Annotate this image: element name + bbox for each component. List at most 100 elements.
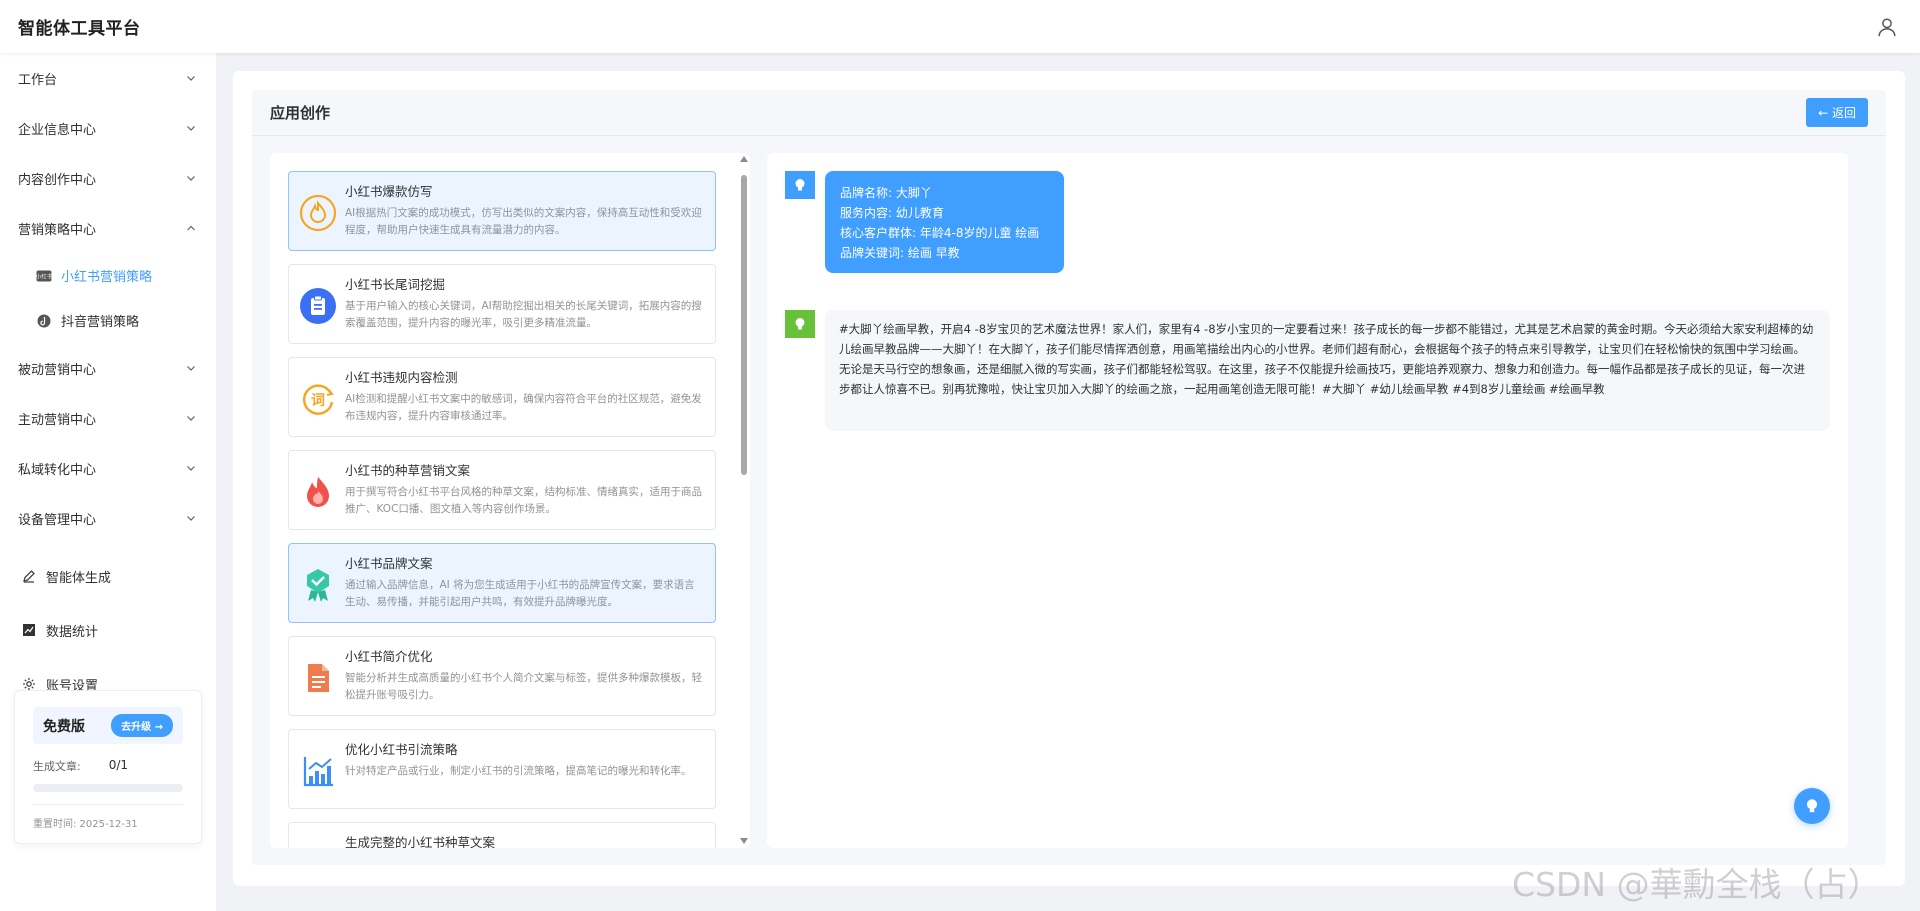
chevron-down-icon	[187, 366, 195, 371]
sidebar-group[interactable]: 私域转化中心	[0, 443, 216, 493]
chevron-up-icon	[187, 225, 195, 231]
sidebar-group[interactable]: 主动营销中心	[0, 393, 216, 443]
chevron-down-icon	[187, 516, 195, 521]
tool-name: 小红书的种草营销文案	[345, 463, 471, 478]
tool-desc: 智能分析并生成高质量的小红书个人简介文案与标签，提供多种爆款模板，轻松提升账号吸…	[345, 672, 702, 701]
lightbulb-icon	[1806, 799, 1818, 813]
page-header: 应用创作 ← 返回	[252, 90, 1886, 136]
usage-label: 生成文章:	[33, 760, 81, 773]
app-title: 智能体工具平台	[18, 19, 141, 39]
sidebar-item[interactable]: 智能体生成	[0, 549, 216, 603]
sidebar-sub-item-label: 小红书营销策略	[61, 270, 153, 285]
tool-card[interactable]: 小红书长尾词挖掘基于用户输入的核心关键词，AI帮助挖掘出相关的长尾关键词，拓展内…	[288, 264, 716, 344]
gear-icon	[23, 678, 35, 690]
usage-row: 生成文章: 0/1	[33, 758, 183, 774]
sidebar-group[interactable]: 营销策略中心	[0, 203, 216, 253]
plan-card: 免费版 去升级 → 生成文章: 0/1 重置时间: 2025-12-31	[14, 690, 202, 844]
plan-header: 免费版 去升级 →	[33, 707, 183, 744]
scroll-thumb[interactable]	[741, 175, 747, 475]
bar-chart-icon	[303, 757, 333, 787]
tool-desc: 通过输入品牌信息，AI 将为您生成适用于小红书的品牌宣传文案，要求语言生动、易传…	[345, 579, 695, 608]
tool-card[interactable]: 小红书的种草营销文案用于撰写符合小红书平台风格的种草文案，结构标准、情绪真实，适…	[288, 450, 716, 530]
lightbulb-icon	[795, 318, 805, 330]
scroll-up-arrow-icon[interactable]	[740, 156, 748, 162]
sidebar-group-label: 企业信息中心	[18, 122, 97, 138]
tool-card[interactable]: 小红书爆款仿写 AI根据热门文案的成功模式，仿写出类似的文案内容，保持高互动性和受…	[288, 171, 716, 251]
tool-card[interactable]: 优化小红书引流策略 针对特定产品或行业，制定小红书的引流策略，提高笔记的曝光和转化…	[288, 729, 716, 809]
sub-item-icon-wrap	[36, 313, 52, 329]
tool-name: 小红书简介优化	[345, 649, 433, 664]
tool-list: 小红书爆款仿写 AI根据热门文案的成功模式，仿写出类似的文案内容，保持高互动性和受…	[288, 171, 716, 848]
douyin-icon	[37, 314, 51, 327]
chevron-down-icon	[187, 76, 195, 81]
chevron-down-icon	[187, 176, 195, 181]
tool-card[interactable]: 生成完整的小红书种草文案	[288, 822, 716, 848]
top-header: 智能体工具平台	[0, 0, 1920, 53]
sidebar-group-label: 被动营销中心	[18, 362, 97, 378]
sub-item-icon-wrap: 小红书	[36, 268, 52, 284]
lightbulb-icon	[795, 179, 805, 191]
tool-text: 小红书爆款仿写 AI根据热门文案的成功模式，仿写出类似的文案内容，保持高互动性和受…	[345, 182, 703, 239]
tool-name: 优化小红书引流策略	[345, 742, 458, 757]
svg-text:词: 词	[311, 393, 325, 409]
fire-circle-icon	[299, 194, 337, 232]
tool-desc: 用于撰写符合小红书平台风格的种草文案，结构标准、情绪真实，适用于商品推广、KOC…	[345, 486, 702, 515]
sidebar-group-label: 私域转化中心	[18, 462, 97, 478]
tool-text: 小红书品牌文案通过输入品牌信息，AI 将为您生成适用于小红书的品牌宣传文案，要求…	[345, 554, 703, 611]
scroll-down-arrow-icon[interactable]	[740, 838, 748, 844]
sidebar-item[interactable]: 数据统计	[0, 603, 216, 657]
sidebar-group[interactable]: 设备管理中心	[0, 493, 216, 543]
tool-desc: 基于用户输入的核心关键词，AI帮助挖掘出相关的长尾关键词，拓展内容的搜索覆盖范围…	[345, 300, 702, 329]
sidebar-sub-item-label: 抖音营销策略	[61, 315, 140, 330]
bot-avatar	[785, 310, 815, 338]
sidebar-group[interactable]: 内容创作中心	[0, 153, 216, 203]
sidebar-group[interactable]: 工作台	[0, 53, 216, 103]
back-button[interactable]: ← 返回	[1806, 98, 1868, 127]
page-title: 应用创作	[270, 104, 331, 122]
tool-card[interactable]: 词 小红书违规内容检测 AI检测和提醒小红书文案中的敏感词，确保内容符合平台的社区规…	[288, 357, 716, 437]
sidebar-sub-item[interactable]: 小红书 小红书营销策略	[0, 253, 216, 298]
assistant-fab-button[interactable]	[1794, 788, 1830, 824]
tool-card[interactable]: 小红书品牌文案通过输入品牌信息，AI 将为您生成适用于小红书的品牌宣传文案，要求…	[288, 543, 716, 623]
tool-card[interactable]: 小红书简介优化智能分析并生成高质量的小红书个人简介文案与标签，提供多种爆款模板，…	[288, 636, 716, 716]
tool-text: 小红书的种草营销文案用于撰写符合小红书平台风格的种草文案，结构标准、情绪真实，适…	[345, 461, 703, 518]
svg-text:小红书: 小红书	[36, 272, 52, 280]
award-badge-icon	[307, 569, 329, 602]
user-icon[interactable]	[1876, 16, 1898, 38]
tool-name: 小红书违规内容检测	[345, 370, 458, 385]
sidebar: 工作台企业信息中心 内容创作中心 营销策略中心 小红书 小红书营销策略 抖音营销策略 被…	[0, 53, 216, 911]
tool-name: 小红书品牌文案	[345, 556, 433, 571]
chevron-down-icon	[187, 126, 195, 131]
sidebar-item-label: 智能体生成	[46, 570, 112, 586]
sidebar-group[interactable]: 企业信息中心	[0, 103, 216, 153]
user-message-line: 服务内容: 幼儿教育	[840, 206, 944, 220]
xiaohongshu-icon: 小红书	[36, 270, 52, 281]
word-check-icon: 词	[303, 384, 334, 415]
user-message-line: 品牌关键词: 绘画 早教	[840, 246, 960, 260]
tool-text: 小红书违规内容检测 AI检测和提醒小红书文案中的敏感词，确保内容符合平台的社区规范…	[345, 368, 703, 425]
sidebar-group-label: 营销策略中心	[18, 222, 97, 238]
sidebar-group[interactable]: 被动营销中心	[0, 343, 216, 393]
flame-icon	[307, 477, 329, 507]
tool-text: 生成完整的小红书种草文案	[345, 833, 703, 848]
tool-panel: 小红书爆款仿写 AI根据热门文案的成功模式，仿写出类似的文案内容，保持高互动性和受…	[270, 153, 750, 848]
tool-name: 小红书长尾词挖掘	[345, 277, 446, 292]
sidebar-group-label: 设备管理中心	[18, 512, 97, 528]
sidebar-group-label: 内容创作中心	[18, 172, 97, 188]
user-message-line: 核心客户群体: 年龄4-8岁的儿童 绘画	[840, 226, 1040, 240]
chevron-down-icon	[187, 466, 195, 471]
tool-text: 小红书简介优化智能分析并生成高质量的小红书个人简介文案与标签，提供多种爆款模板，…	[345, 647, 703, 704]
sidebar-group-label: 主动营销中心	[18, 412, 97, 428]
upgrade-button[interactable]: 去升级 →	[111, 714, 173, 737]
sidebar-sub-item[interactable]: 抖音营销策略	[0, 298, 216, 343]
chart-icon	[23, 624, 35, 636]
tool-list-scrollbar[interactable]	[738, 156, 748, 846]
usage-value: 0/1	[108, 758, 129, 772]
bot-message: #大脚丫绘画早教，开启4 -8岁宝贝的艺术魔法世界！家人们，家里有4 -8岁小宝…	[825, 310, 1830, 431]
user-avatar	[785, 171, 815, 199]
user-message: 品牌名称: 大脚丫 服务内容: 幼儿教育 核心客户群体: 年龄4-8岁的儿童 绘…	[825, 171, 1064, 273]
tool-name: 生成完整的小红书种草文案	[345, 835, 496, 848]
reset-time: 重置时间: 2025-12-31	[33, 804, 183, 830]
pen-icon	[23, 570, 35, 583]
tool-text: 小红书长尾词挖掘基于用户输入的核心关键词，AI帮助挖掘出相关的长尾关键词，拓展内…	[345, 275, 703, 332]
